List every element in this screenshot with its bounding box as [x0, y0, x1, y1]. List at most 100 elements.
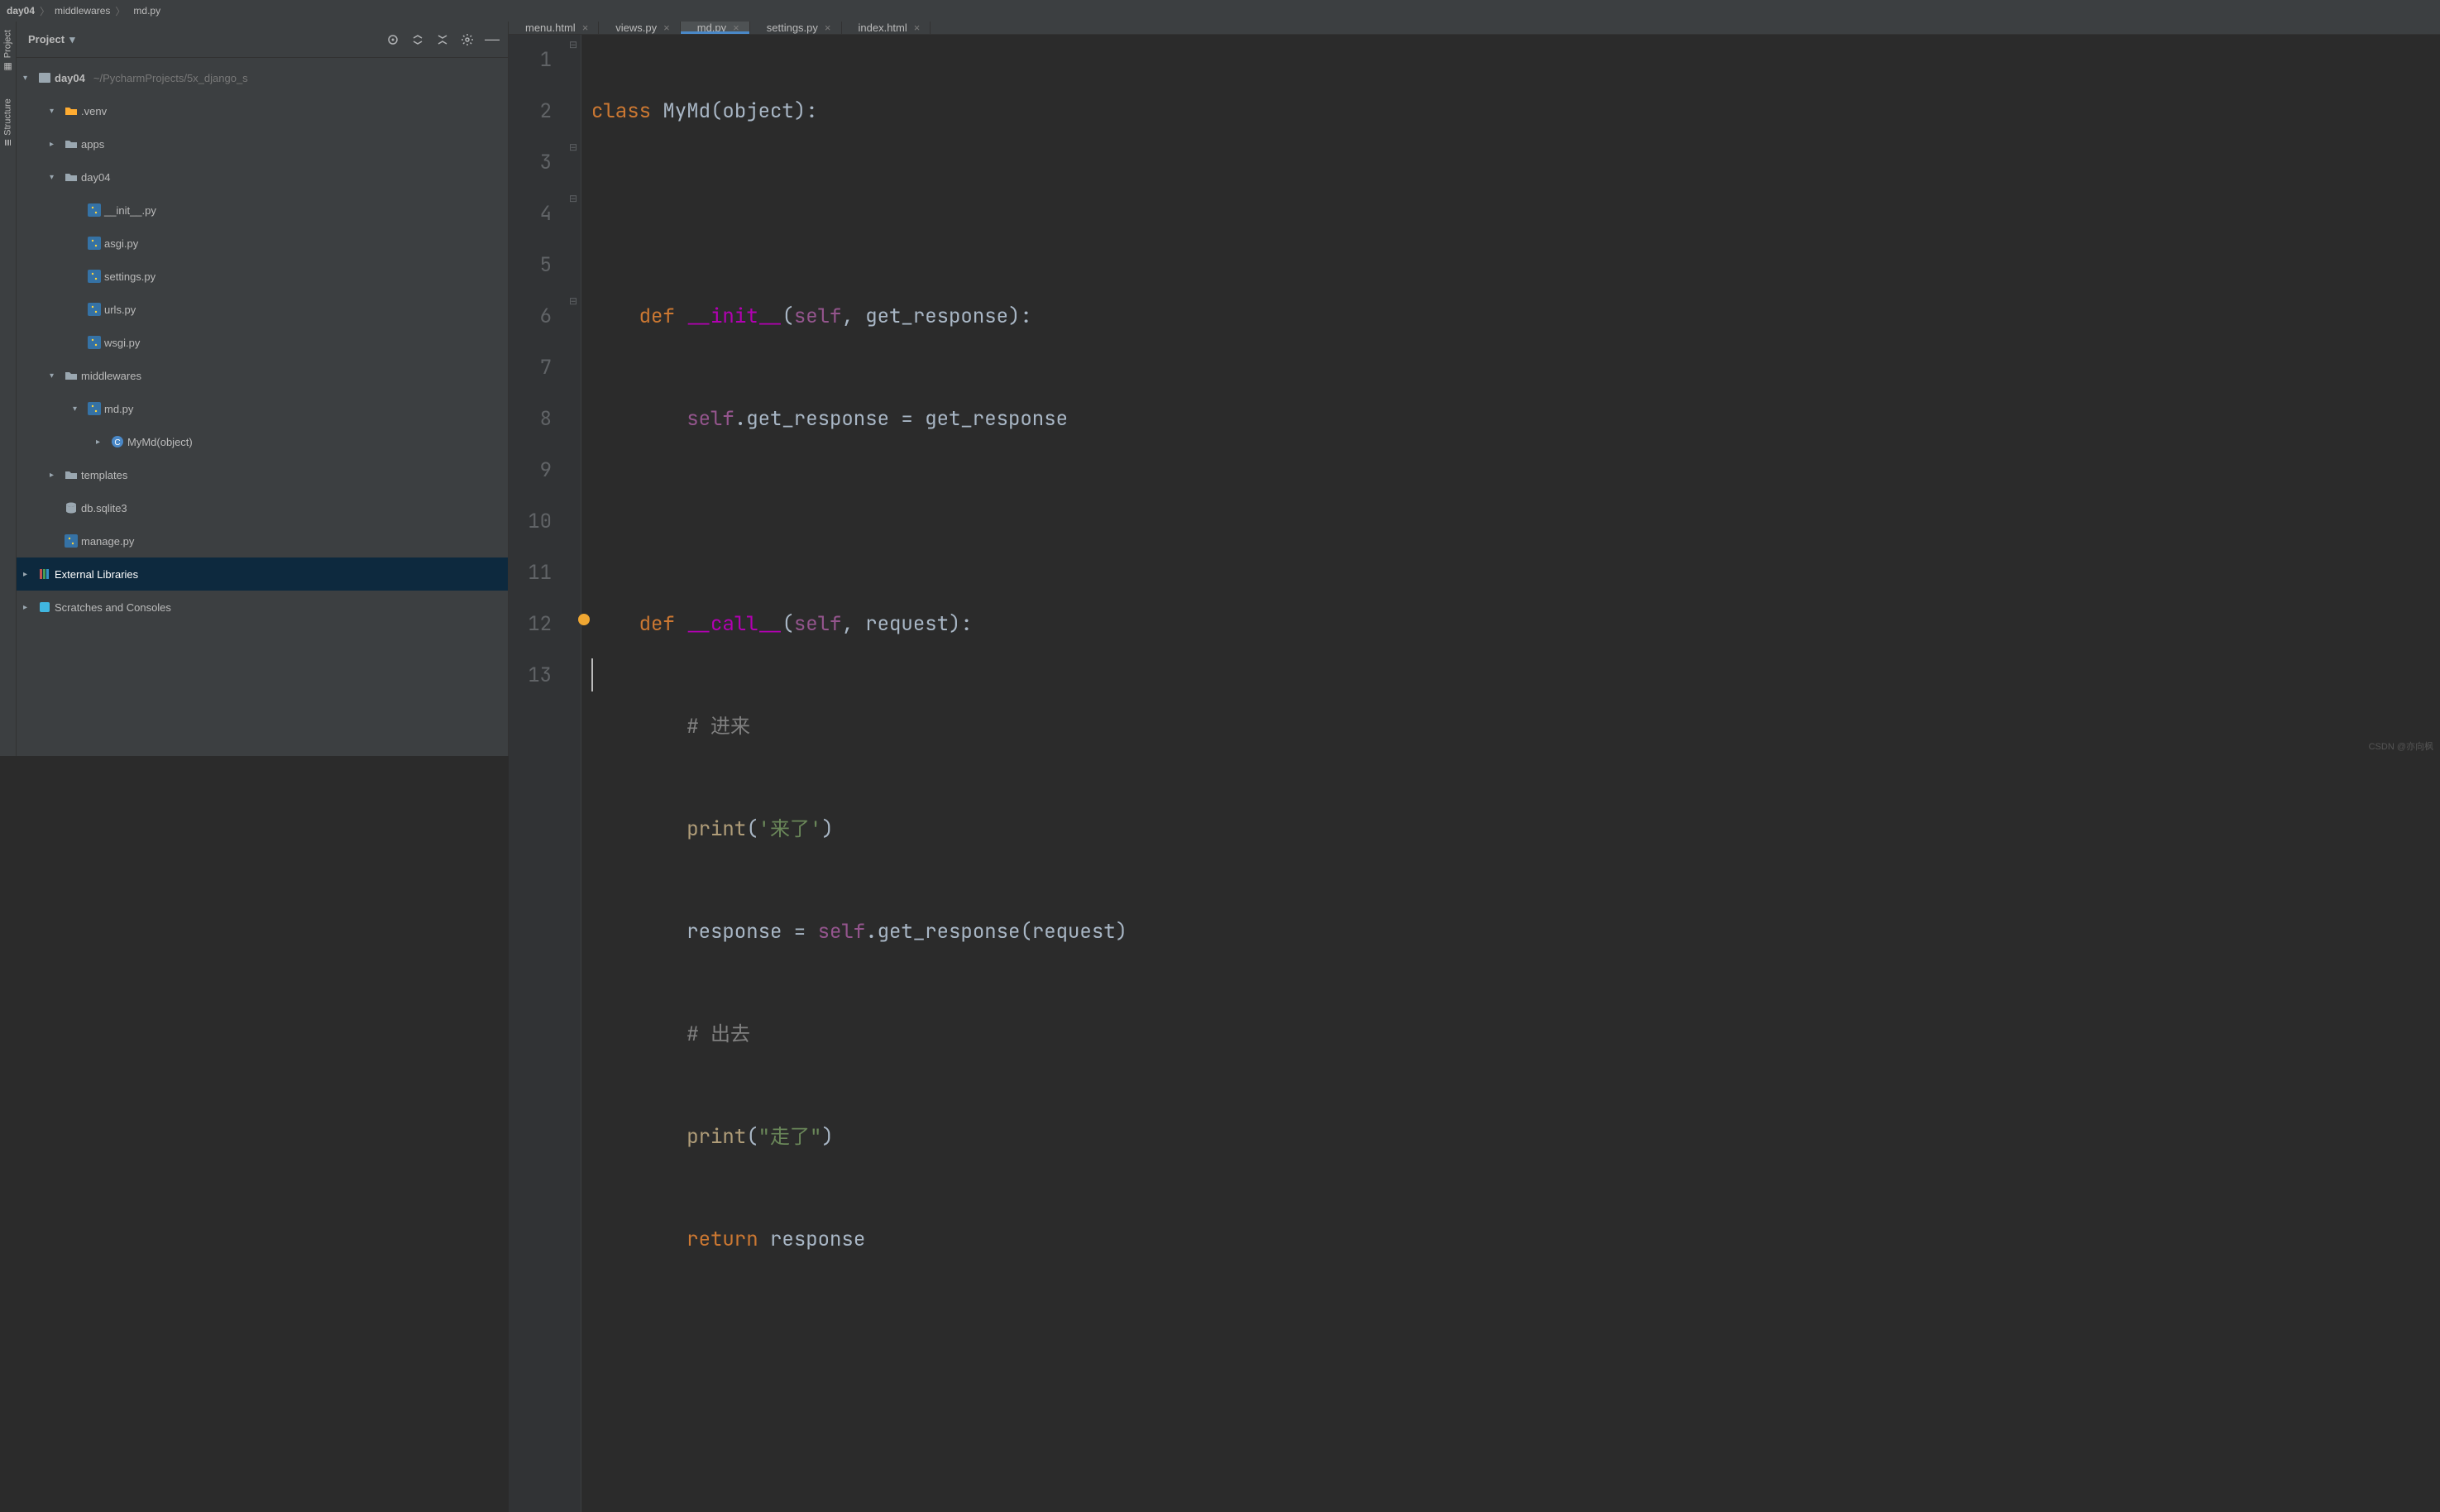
locate-icon[interactable]: [384, 31, 402, 49]
fold-marker-icon[interactable]: ⊟: [568, 296, 578, 306]
chevron-down-icon: ▾: [69, 33, 75, 46]
line-number: 7: [509, 342, 552, 394]
fold-marker-icon[interactable]: ⊟: [568, 142, 578, 152]
tree-arrow-icon[interactable]: ▾: [50, 107, 61, 116]
code-token: (: [746, 816, 758, 842]
close-icon[interactable]: ×: [825, 22, 831, 34]
code-token: response: [770, 1227, 865, 1252]
code-token: MyMd: [663, 98, 710, 124]
code-token: ): [821, 816, 833, 842]
tree-label: urls.py: [104, 304, 136, 316]
line-number: 8: [509, 394, 552, 445]
module-icon: [38, 71, 51, 84]
tool-structure-tab[interactable]: ≣ Structure: [2, 93, 13, 151]
tree-root[interactable]: ▾ day04 ~/PycharmProjects/5x_django_s: [17, 61, 508, 94]
py-icon: [88, 336, 101, 349]
tree-label: db.sqlite3: [81, 502, 127, 514]
code-token: ): [821, 1124, 833, 1150]
tree-row[interactable]: settings.py: [17, 260, 508, 293]
tree-arrow-icon[interactable]: ▾: [73, 404, 84, 414]
svg-text:C: C: [114, 438, 120, 447]
chevron-right-icon[interactable]: ▸: [23, 603, 35, 612]
line-number: 13: [509, 650, 552, 701]
tree-row[interactable]: ▾ md.py: [17, 392, 508, 425]
py-icon: [88, 402, 101, 415]
tree-label: __init__.py: [104, 204, 156, 217]
tab-label: views.py: [615, 22, 657, 34]
tree-arrow-icon[interactable]: ▸: [50, 471, 61, 480]
editor-tab[interactable]: Hindex.html×: [842, 22, 931, 34]
fold-gutter[interactable]: ⊟ ⊟ ⊟ ⊟: [567, 35, 581, 1512]
breadcrumb-item[interactable]: md.py: [130, 5, 160, 17]
tree-arrow-icon[interactable]: ▸: [50, 140, 61, 149]
tree-arrow-icon[interactable]: ▸: [96, 438, 108, 447]
tree-row[interactable]: ▾day04: [17, 160, 508, 194]
close-icon[interactable]: ×: [914, 22, 921, 34]
tree-row[interactable]: ▸CMyMd(object): [17, 425, 508, 458]
project-panel: Project ▾ — ▾ day04 ~/PycharmProjects/5x…: [17, 22, 509, 756]
code-text[interactable]: class MyMd(object): def __init__(self, g…: [581, 35, 2440, 1512]
tree-row[interactable]: manage.py: [17, 524, 508, 557]
tree-row[interactable]: ▸apps: [17, 127, 508, 160]
line-number: 5: [509, 240, 552, 291]
breadcrumb: day04 〉 middlewares 〉 md.py: [0, 0, 2440, 22]
editor-tab[interactable]: settings.py×: [750, 22, 842, 34]
collapse-all-icon[interactable]: [433, 31, 452, 49]
dir-icon: [65, 468, 78, 481]
close-icon[interactable]: ×: [733, 22, 739, 34]
editor-tab[interactable]: Hmenu.html×: [509, 22, 599, 34]
line-number: 12: [509, 599, 552, 650]
tree-row[interactable]: __init__.py: [17, 194, 508, 227]
tree-row[interactable]: db.sqlite3: [17, 491, 508, 524]
tree-row[interactable]: wsgi.py: [17, 326, 508, 359]
code-token: def: [639, 304, 687, 329]
code-token: self: [794, 611, 842, 637]
code-token: print: [687, 816, 746, 842]
breadcrumb-item[interactable]: day04: [7, 5, 35, 17]
chevron-down-icon[interactable]: ▾: [23, 74, 35, 83]
tree-row[interactable]: urls.py: [17, 293, 508, 326]
tree-row[interactable]: ▸templates: [17, 458, 508, 491]
tree-scratches[interactable]: ▸ Scratches and Consoles: [17, 591, 508, 624]
tree-row[interactable]: ▾ middlewares: [17, 359, 508, 392]
code-token: self: [687, 406, 734, 432]
project-panel-header: Project ▾ —: [17, 22, 508, 58]
tree-label: middlewares: [81, 370, 141, 382]
code-token: # 进来: [687, 714, 750, 739]
editor-body[interactable]: 12345678910111213 ⊟ ⊟ ⊟ ⊟ class MyMd(obj…: [509, 35, 2440, 1512]
tool-project-tab[interactable]: ▦ Project: [2, 25, 13, 77]
close-icon[interactable]: ×: [582, 22, 589, 34]
tree-arrow-icon[interactable]: ▾: [50, 371, 61, 380]
hide-icon[interactable]: —: [483, 31, 501, 49]
dir-icon: [65, 369, 78, 382]
breadcrumb-item[interactable]: middlewares: [55, 5, 110, 17]
project-panel-title[interactable]: Project ▾: [23, 33, 75, 46]
dir-icon: [65, 170, 78, 184]
line-number: 10: [509, 496, 552, 548]
tree-label: md.py: [104, 403, 133, 415]
tree-arrow-icon[interactable]: ▾: [50, 173, 61, 182]
code-token: def: [639, 611, 687, 637]
watermark: CSDN @亦向枫: [2369, 739, 2433, 753]
fold-marker-icon[interactable]: ⊟: [568, 194, 578, 203]
breadcrumb-sep: 〉: [115, 4, 125, 18]
code-token: '来了': [758, 816, 822, 842]
close-icon[interactable]: ×: [663, 22, 670, 34]
code-token: __init__: [687, 304, 782, 329]
line-number: 11: [509, 548, 552, 599]
gear-icon[interactable]: [458, 31, 476, 49]
expand-all-icon[interactable]: [409, 31, 427, 49]
breadcrumb-sep: 〉: [40, 4, 50, 18]
editor-tab[interactable]: md.py×: [681, 22, 750, 34]
chevron-right-icon[interactable]: ▸: [23, 570, 35, 579]
tree-row[interactable]: ▾.venv: [17, 94, 508, 127]
fold-marker-icon[interactable]: ⊟: [568, 40, 578, 50]
project-tree[interactable]: ▾ day04 ~/PycharmProjects/5x_django_s ▾.…: [17, 58, 508, 756]
code-token: (object):: [710, 98, 818, 124]
py-icon: [65, 534, 78, 548]
tree-external-libraries[interactable]: ▸ External Libraries: [17, 557, 508, 591]
tree-row[interactable]: asgi.py: [17, 227, 508, 260]
code-token: class: [591, 98, 663, 124]
editor-tab[interactable]: views.py ×: [599, 22, 680, 34]
line-gutter: 12345678910111213: [509, 35, 567, 1512]
